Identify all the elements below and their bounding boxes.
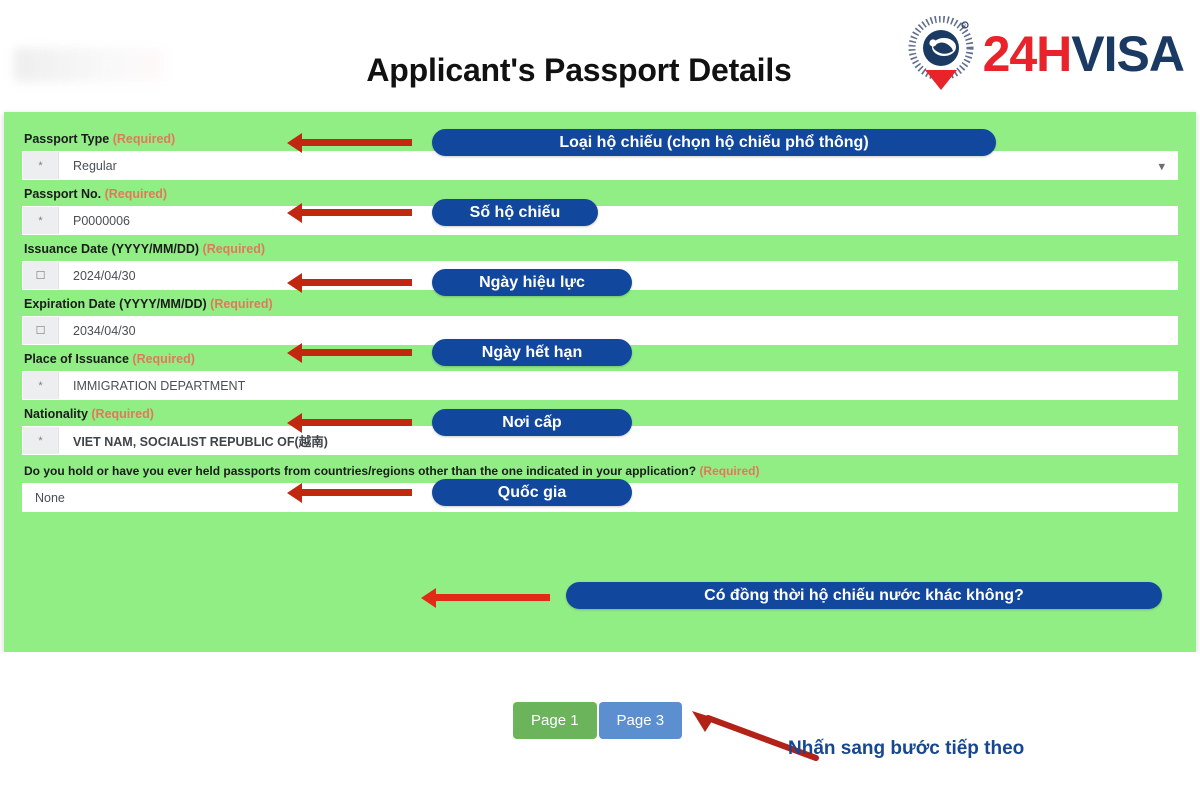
required-tag: (Required) [112, 132, 176, 146]
label-text: Do you hold or have you ever held passpo… [24, 464, 697, 478]
calendar-icon: ☐ [23, 317, 59, 344]
required-tag: (Required) [210, 297, 273, 311]
callout-expiration-date: Ngày hết hạn [432, 339, 632, 366]
field-expiration-date: Expiration Date (YYYY/MM/DD) (Required) … [22, 291, 1178, 345]
label-text: Expiration Date (YYYY/MM/DD) [24, 297, 207, 311]
passport-details-form: Passport Type (Required) * Regular ▾ Pas… [4, 112, 1196, 652]
passport-no-value: P0000006 [73, 213, 131, 228]
callout-nationality: Quốc gia [432, 479, 632, 506]
required-tag: (Required) [699, 464, 760, 478]
annotation-arrow-other-passports [434, 594, 550, 601]
label-text: Passport Type [24, 132, 110, 146]
brand-prefix: 24H [982, 26, 1073, 82]
asterisk-icon: * [23, 207, 59, 234]
passport-no-input[interactable]: * P0000006 [22, 206, 1178, 235]
annotation-arrow-issuance-date [300, 279, 412, 286]
annotation-arrow-place-of-issuance [300, 419, 412, 426]
page-3-button[interactable]: Page 3 [598, 702, 683, 739]
callout-passport-no: Số hộ chiếu [432, 199, 598, 226]
callout-passport-type: Loại hộ chiếu (chọn hộ chiếu phổ thông) [432, 129, 996, 156]
passport-type-value: Regular [73, 158, 117, 173]
nationality-value: VIET NAM, SOCIALIST REPUBLIC OF(越南) [73, 435, 328, 449]
page-1-button[interactable]: Page 1 [513, 702, 597, 739]
svg-text:R: R [962, 24, 966, 30]
label-text: Place of Issuance [24, 352, 129, 366]
calendar-icon: ☐ [23, 262, 59, 289]
issuance-date-value: 2024/04/30 [73, 268, 136, 283]
chevron-down-icon[interactable]: ▾ [1158, 159, 1165, 172]
expiration-date-value: 2034/04/30 [73, 323, 136, 338]
asterisk-icon: * [23, 427, 59, 454]
field-label-passport-no: Passport No. (Required) [22, 181, 1178, 206]
callout-other-passports: Có đồng thời hộ chiếu nước khác không? [566, 582, 1162, 609]
label-text: Issuance Date (YYYY/MM/DD) [24, 242, 200, 256]
annotation-arrow-expiration-date [300, 349, 412, 356]
asterisk-icon: * [23, 152, 59, 179]
required-tag: (Required) [202, 242, 266, 256]
globe-pin-icon: R [905, 15, 977, 92]
callout-place-of-issuance: Nơi cấp [432, 409, 632, 436]
callout-issuance-date: Ngày hiệu lực [432, 269, 632, 296]
field-label-issuance-date: Issuance Date (YYYY/MM/DD) (Required) [22, 236, 1178, 261]
brand-suffix: VISA [1071, 26, 1185, 82]
annotation-arrow-passport-no [300, 209, 412, 216]
label-text: Passport No. [24, 187, 102, 201]
field-passport-no: Passport No. (Required) * P0000006 [22, 181, 1178, 235]
other-passports-value: None [35, 490, 65, 505]
brand-wordmark: 24H VISA [982, 26, 1185, 82]
required-tag: (Required) [132, 352, 195, 366]
brand-logo: R 24H VISA [905, 15, 1185, 92]
footer-note: Nhấn sang bước tiếp theo [788, 738, 1025, 759]
place-of-issuance-input[interactable]: * IMMIGRATION DEPARTMENT [22, 371, 1178, 400]
asterisk-icon: * [23, 372, 59, 399]
annotation-arrow-passport-type [300, 139, 412, 146]
label-text: Nationality [24, 407, 88, 421]
page-header: Applicant's Passport Details R 24H VISA [0, 0, 1200, 112]
pagination-controls: Page 1 Page 3 [513, 702, 683, 739]
required-tag: (Required) [91, 407, 154, 421]
required-tag: (Required) [104, 187, 168, 201]
place-of-issuance-value: IMMIGRATION DEPARTMENT [73, 378, 246, 393]
page-footer: Page 1 Page 3 [0, 652, 1200, 800]
annotation-arrow-nationality [300, 489, 412, 496]
